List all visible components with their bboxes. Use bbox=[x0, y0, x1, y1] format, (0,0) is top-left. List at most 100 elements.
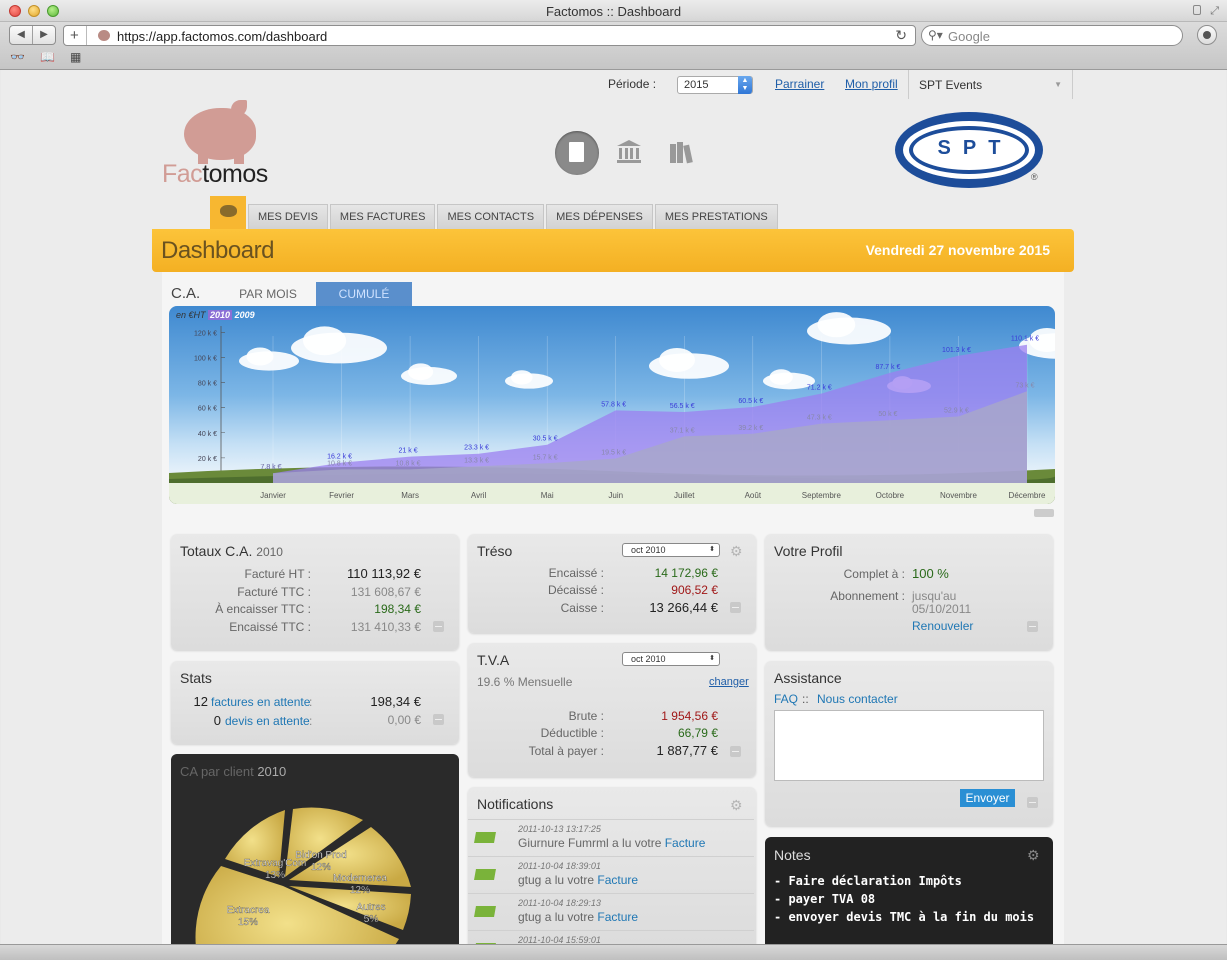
year-select[interactable]: 2015 ▲ ▼ bbox=[677, 76, 753, 94]
factomos-logo[interactable]: Factomos bbox=[162, 98, 282, 190]
y-tick-label: 100 k € bbox=[194, 355, 217, 362]
collapse-button[interactable] bbox=[433, 621, 444, 632]
devis-en-attente-value: 0,00 € bbox=[387, 713, 421, 727]
search-placeholder: Google bbox=[948, 29, 990, 44]
notification-text: gtug a lu votre Facture bbox=[518, 873, 639, 887]
devis-en-attente-link[interactable]: devis en attente bbox=[225, 714, 310, 728]
gear-icon[interactable]: ⚙ bbox=[730, 544, 744, 558]
notification-item[interactable]: 2011-10-04 18:29:13 gtug a lu votre Fact… bbox=[468, 893, 754, 930]
tva-total-value: 1 887,77 € bbox=[656, 743, 718, 758]
notification-date: 2011-10-04 18:29:13 bbox=[518, 898, 601, 908]
row-label: Facturé TTC : bbox=[237, 585, 311, 599]
facture-link[interactable]: Facture bbox=[597, 873, 638, 887]
x-tick-label: Mars bbox=[401, 491, 419, 500]
data-label-2009: 37.1 k € bbox=[670, 427, 695, 434]
fullscreen-icon[interactable]: ⤢ bbox=[1210, 5, 1219, 18]
notification-item[interactable]: 2011-10-04 18:39:01 gtug a lu votre Fact… bbox=[468, 856, 754, 893]
row-label: Encaissé : bbox=[548, 566, 604, 580]
account-selector[interactable]: SPT Events ▼ bbox=[908, 70, 1073, 99]
collapse-button[interactable] bbox=[730, 602, 741, 613]
treso-panel: Tréso oct 2010 ⬍ ⚙ Encaissé : 14 172,96 €… bbox=[468, 534, 756, 633]
treso-period-select[interactable]: oct 2010 ⬍ bbox=[622, 543, 720, 557]
tab-mes-devis[interactable]: MES DEVIS bbox=[248, 204, 328, 229]
status-bar bbox=[0, 944, 1227, 960]
facture-link[interactable]: Facture bbox=[597, 910, 638, 924]
faq-link[interactable]: FAQ bbox=[774, 692, 798, 706]
add-bookmark-icon[interactable]: + bbox=[70, 27, 79, 44]
books-icon[interactable] bbox=[669, 142, 695, 164]
tab-mes-depenses[interactable]: MES DÉPENSES bbox=[546, 204, 653, 229]
ca-chart-svg: 0 €20 k €40 k €60 k €80 k €100 k €120 k … bbox=[169, 312, 1055, 504]
assistance-message-input[interactable] bbox=[774, 710, 1044, 781]
caisse-value: 13 266,44 € bbox=[649, 600, 718, 615]
collapse-button[interactable] bbox=[433, 714, 444, 725]
changer-link[interactable]: changer bbox=[709, 676, 749, 688]
downloads-icon[interactable] bbox=[1197, 25, 1217, 45]
facture-ttc-value: 131 608,67 € bbox=[350, 585, 421, 599]
document-module-icon[interactable] bbox=[555, 131, 599, 175]
cloud bbox=[511, 370, 533, 385]
envoyer-button[interactable]: Envoyer bbox=[960, 789, 1015, 807]
data-label-2010: 57.8 k € bbox=[601, 401, 626, 408]
chart-collapse-toggle[interactable] bbox=[1034, 509, 1054, 517]
parrainer-link[interactable]: Parrainer bbox=[775, 77, 824, 91]
slice-label: Autres bbox=[357, 902, 386, 913]
mon-profil-link[interactable]: Mon profil bbox=[845, 77, 898, 91]
envelope-icon bbox=[474, 832, 496, 843]
data-label-2009: 73 k € bbox=[1015, 382, 1034, 389]
tva-period-select[interactable]: oct 2010 ⬍ bbox=[622, 652, 720, 666]
reload-icon[interactable]: ↻ bbox=[895, 27, 907, 44]
browser-toolbar: ◀ ▶ + https://app.factomos.com/dashboard… bbox=[0, 22, 1227, 70]
tva-panel: T.V.A oct 2010 ⬍ 19.6 % Mensuelle changer… bbox=[468, 643, 756, 777]
factures-en-attente-link[interactable]: factures en attente bbox=[211, 695, 310, 709]
renouveler-link[interactable]: Renouveler bbox=[912, 619, 973, 633]
x-tick-label: Décembre bbox=[1009, 491, 1046, 500]
profil-panel: Votre Profil Complet à : 100 % Abonnemen… bbox=[765, 534, 1053, 650]
notifications-panel: Notifications ⚙ 2011-10-13 13:17:25 Giur… bbox=[468, 787, 756, 954]
x-tick-label: Fevrier bbox=[329, 491, 354, 500]
periode-label: Période : bbox=[608, 77, 657, 91]
y-tick-label: 80 k € bbox=[198, 381, 217, 388]
x-tick-label: Mai bbox=[541, 491, 554, 500]
collapse-button[interactable] bbox=[1027, 797, 1038, 808]
back-icon[interactable]: ◀ bbox=[10, 26, 33, 44]
search-field[interactable]: ⚲▾ Google bbox=[921, 25, 1183, 46]
stats-count: 12 bbox=[193, 694, 208, 709]
url-text[interactable]: https://app.factomos.com/dashboard bbox=[117, 29, 327, 44]
bank-icon[interactable] bbox=[616, 139, 642, 165]
notes-title: Notes bbox=[774, 847, 811, 863]
forward-icon[interactable]: ▶ bbox=[33, 26, 55, 44]
tab-home-icon[interactable] bbox=[210, 196, 246, 229]
select-arrows-icon: ⬍ bbox=[709, 655, 715, 662]
collapse-button[interactable] bbox=[730, 746, 741, 757]
dashboard-header: Dashboard Vendredi 27 novembre 2015 bbox=[152, 229, 1074, 272]
nous-contacter-link[interactable]: Nous contacter bbox=[817, 692, 898, 706]
client-logo-text: SPT bbox=[909, 126, 1029, 174]
stats-title: Stats bbox=[180, 670, 212, 686]
page-title: Dashboard bbox=[161, 237, 274, 264]
stepper-arrows-icon: ▲ ▼ bbox=[738, 76, 752, 94]
registered-mark: ® bbox=[1031, 172, 1038, 182]
address-bar[interactable]: + https://app.factomos.com/dashboard ↻ bbox=[63, 25, 916, 46]
gear-icon[interactable]: ⚙ bbox=[730, 798, 744, 812]
top-sites-icon[interactable]: ▦ bbox=[70, 50, 81, 64]
facture-link[interactable]: Facture bbox=[665, 836, 706, 850]
tva-deductible-value: 66,79 € bbox=[677, 726, 718, 740]
slice-pct: 15% bbox=[238, 917, 258, 928]
tab-cumule[interactable]: CUMULÉ bbox=[316, 282, 412, 306]
tab-par-mois[interactable]: PAR MOIS bbox=[226, 282, 310, 306]
collapse-button[interactable] bbox=[1027, 621, 1038, 632]
bookmarks-icon[interactable]: 📖 bbox=[40, 50, 55, 64]
nav-buttons: ◀ ▶ bbox=[9, 25, 56, 45]
x-tick-label: Septembre bbox=[802, 491, 842, 500]
gear-icon[interactable]: ⚙ bbox=[1027, 848, 1041, 862]
reading-list-icon[interactable]: 👓 bbox=[10, 50, 25, 64]
notification-item[interactable]: 2011-10-13 13:17:25 Giurnure Fumrml a lu… bbox=[468, 819, 754, 856]
data-label-2010: 71.2 k € bbox=[807, 385, 832, 392]
data-label-2010: 110.1 k € bbox=[1011, 336, 1039, 343]
tab-mes-factures[interactable]: MES FACTURES bbox=[329, 204, 436, 229]
row-label: Caisse : bbox=[560, 601, 604, 615]
data-label-2010: 21 k € bbox=[399, 448, 418, 455]
tab-mes-contacts[interactable]: MES CONTACTS bbox=[437, 204, 545, 229]
tab-mes-prestations[interactable]: MES PRESTATIONS bbox=[654, 204, 778, 229]
